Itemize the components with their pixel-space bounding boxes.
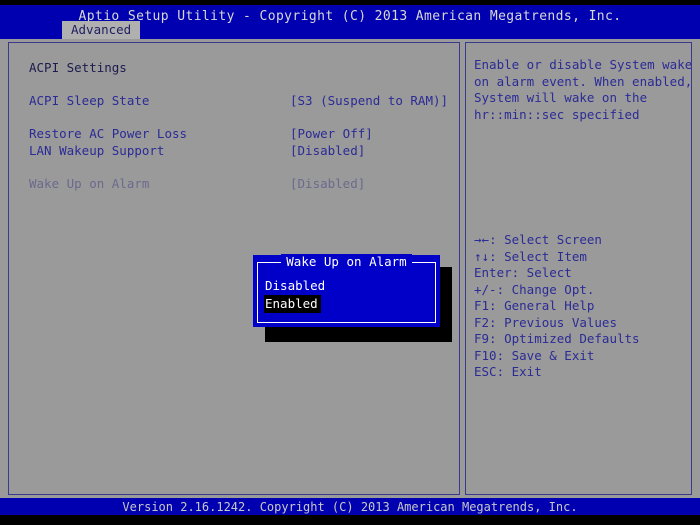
tab-advanced[interactable]: Advanced: [62, 21, 140, 39]
setting-value-wake-up-on-alarm[interactable]: [Disabled]: [290, 177, 365, 191]
nav-key-save-and-exit: F10: Save & Exit: [474, 348, 594, 365]
help-text-line-3: System will wake on the: [474, 90, 647, 107]
setting-value-acpi-sleep-state[interactable]: [S3 (Suspend to RAM)]: [290, 94, 448, 108]
nav-key-select-screen-label: : Select Screen: [489, 232, 602, 247]
setting-label-lan-wakeup-support: LAN Wakeup Support: [29, 144, 164, 158]
setting-label-wake-up-on-alarm: Wake Up on Alarm: [29, 177, 149, 191]
help-text-line-4: hr::min::sec specified: [474, 107, 640, 124]
nav-key-change-opt: +/-: Change Opt.: [474, 282, 594, 299]
nav-key-optimized-defaults: F9: Optimized Defaults: [474, 331, 640, 348]
arrow-left-right-icon: →←: [474, 232, 489, 247]
nav-key-select-item-label: : Select Item: [489, 249, 587, 264]
popup-option-disabled[interactable]: Disabled: [264, 277, 328, 295]
nav-key-enter: Enter: Select: [474, 265, 572, 282]
bios-setup-screen: Aptio Setup Utility - Copyright (C) 2013…: [0, 0, 700, 525]
setting-label-restore-ac-power-loss: Restore AC Power Loss: [29, 127, 187, 141]
footer-bar: Version 2.16.1242. Copyright (C) 2013 Am…: [0, 498, 700, 515]
bottom-black-bezel: [0, 515, 700, 525]
nav-key-previous-values: F2: Previous Values: [474, 315, 617, 332]
body-area: ACPI Settings ACPI Sleep State [S3 (Susp…: [0, 39, 700, 498]
nav-key-general-help: F1: General Help: [474, 298, 594, 315]
version-text: Version 2.16.1242. Copyright (C) 2013 Am…: [0, 500, 700, 514]
help-text-line-1: Enable or disable System wake: [474, 57, 692, 74]
arrow-up-down-icon: ↑↓: [474, 249, 489, 264]
menu-tab-bar: Advanced: [0, 21, 700, 39]
setting-label-acpi-sleep-state: ACPI Sleep State: [29, 94, 149, 108]
wake-up-on-alarm-dialog: Wake Up on Alarm Disabled Enabled: [253, 255, 440, 327]
popup-title: Wake Up on Alarm: [253, 255, 440, 269]
setting-value-restore-ac-power-loss[interactable]: [Power Off]: [290, 127, 373, 141]
nav-key-esc-exit: ESC: Exit: [474, 364, 542, 381]
nav-key-select-item: ↑↓: Select Item: [474, 249, 587, 266]
setting-value-lan-wakeup-support[interactable]: [Disabled]: [290, 144, 365, 158]
popup-title-label: Wake Up on Alarm: [281, 254, 411, 269]
help-text-line-2: on alarm event. When enabled,: [474, 74, 692, 91]
popup-option-enabled[interactable]: Enabled: [264, 295, 321, 313]
settings-group-title: ACPI Settings: [29, 61, 127, 75]
nav-key-select-screen: →←: Select Screen: [474, 232, 602, 249]
